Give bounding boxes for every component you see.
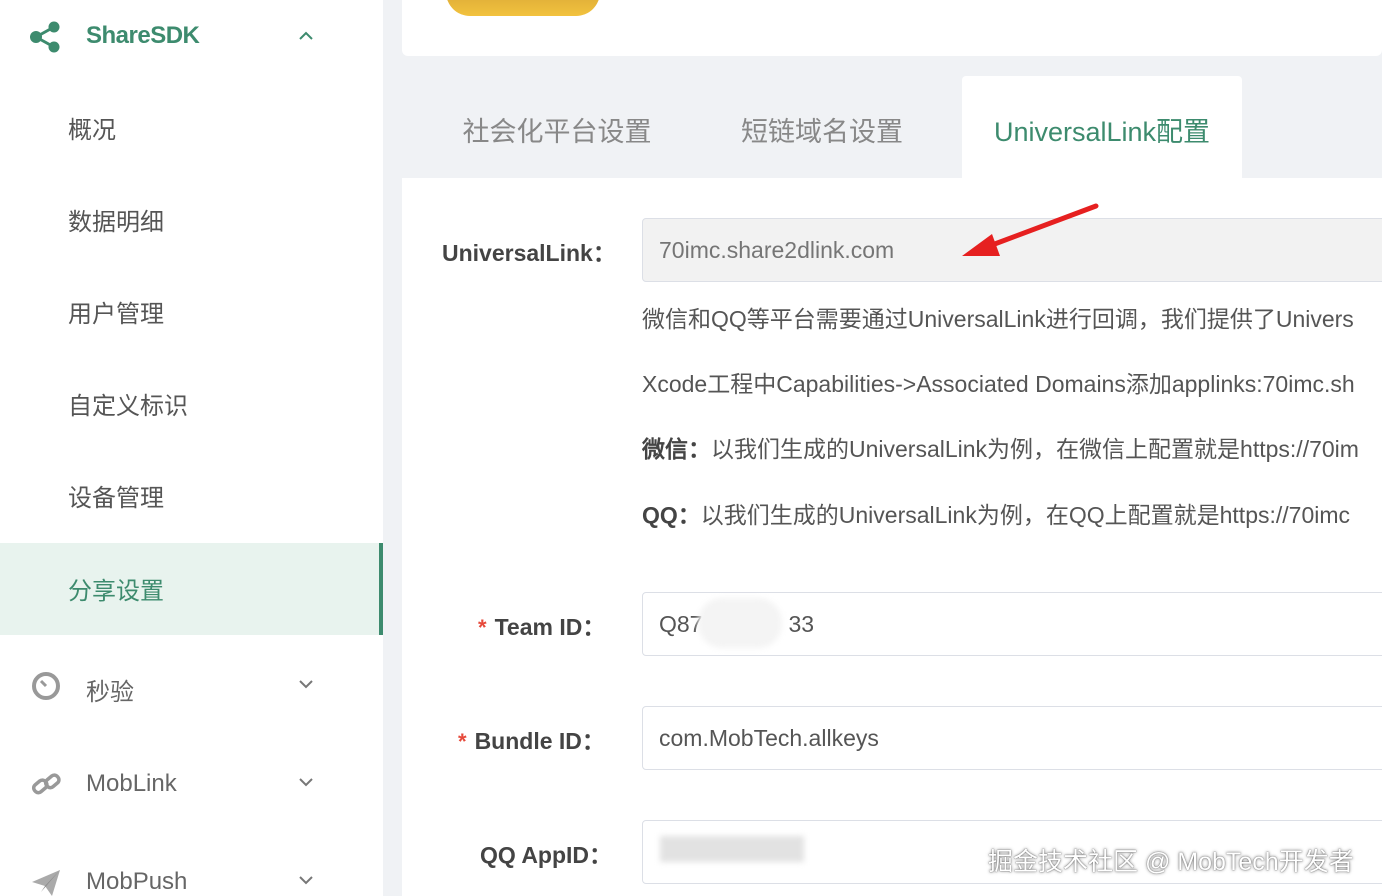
sidebar: ShareSDK 概况 数据明细 用户管理 自定义标识 设备管理 分享设置 秒验 (0, 0, 383, 896)
help-text-line: 微信和QQ等平台需要通过UniversalLink进行回调，我们提供了Unive… (642, 306, 1354, 332)
help-text-content: 以我们生成的UniversalLink为例，在QQ上配置就是https://70… (700, 502, 1351, 528)
sidebar-item-label: 数据明细 (68, 209, 164, 236)
tab-label: 短链域名设置 (741, 117, 903, 147)
tab-universallink-config[interactable]: UniversalLink配置 (962, 76, 1242, 178)
help-text-qq: QQ：以我们生成的UniversalLink为例，在QQ上配置就是https:/… (642, 496, 1382, 530)
qq-appid-label: QQ AppID： (480, 842, 613, 868)
sidebar-group-mobpush[interactable]: MobPush (0, 836, 383, 896)
help-text-label: 微信： (642, 436, 711, 462)
app-icon (446, 0, 600, 16)
team-id-label: * Team ID： (478, 608, 605, 642)
team-id-label-text: Team ID： (494, 614, 606, 640)
required-mark: * (478, 615, 487, 640)
help-text-label: QQ： (642, 502, 701, 528)
chevron-down-icon[interactable] (296, 870, 316, 890)
sidebar-item-overview[interactable]: 概况 (0, 82, 383, 174)
bundle-id-input[interactable]: com.MobTech.allkeys (642, 706, 1382, 770)
watermark: 掘金技术社区 @ MobTech开发者 (988, 848, 1354, 876)
sidebar-group-label: MobPush (86, 868, 188, 895)
sidebar-item-label: 设备管理 (68, 485, 164, 512)
clock-icon (32, 672, 60, 700)
sidebar-group-label: 秒验 (86, 679, 134, 706)
chevron-down-icon[interactable] (296, 772, 316, 792)
bundle-id-label-text: Bundle ID： (474, 728, 605, 754)
sidebar-item-label: 概况 (68, 117, 116, 144)
help-text-line: Xcode工程中Capabilities->Associated Domains… (642, 371, 1355, 397)
share-icon (30, 21, 60, 53)
sidebar-item-custom-tags[interactable]: 自定义标识 (0, 358, 383, 450)
required-mark: * (458, 729, 467, 754)
tab-label: UniversalLink配置 (993, 117, 1211, 147)
tab-short-link-domain-settings[interactable]: 短链域名设置 (720, 76, 924, 178)
app-header-card (402, 0, 1382, 56)
sidebar-group-sharesdk[interactable]: ShareSDK (0, 0, 383, 76)
sidebar-group-miaoyan[interactable]: 秒验 (0, 640, 383, 738)
settings-tabs: 社会化平台设置 短链域名设置 UniversalLink配置 (402, 76, 1382, 178)
send-icon (32, 870, 60, 896)
help-text-content: 以我们生成的UniversalLink为例，在微信上配置就是https://70… (711, 436, 1359, 462)
sidebar-group-moblink[interactable]: MobLink (0, 738, 383, 836)
team-id-value-start: Q87 (659, 611, 703, 637)
red-arrow-annotation (962, 203, 1099, 256)
redaction-blur (698, 598, 782, 648)
tab-label: 社会化平台设置 (462, 117, 652, 147)
sidebar-item-label: 自定义标识 (68, 393, 188, 420)
bundle-id-value: com.MobTech.allkeys (659, 725, 879, 751)
sidebar-item-label: 用户管理 (68, 301, 164, 328)
bundle-id-label: * Bundle ID： (458, 722, 605, 756)
sidebar-group-label: ShareSDK (86, 22, 200, 49)
team-id-value-end: 33 (788, 611, 815, 637)
sidebar-item-data-details[interactable]: 数据明细 (0, 174, 383, 266)
sidebar-group-label: MobLink (86, 770, 177, 797)
help-text-wechat: 微信：以我们生成的UniversalLink为例，在微信上配置就是https:/… (642, 430, 1382, 464)
config-panel (402, 178, 1382, 896)
sidebar-item-label: 分享设置 (68, 578, 164, 605)
link-icon (31, 773, 61, 795)
universallink-label: UniversalLink： (442, 240, 616, 266)
sidebar-item-device-management[interactable]: 设备管理 (0, 450, 383, 542)
chevron-down-icon[interactable] (296, 674, 316, 694)
tab-social-platform-settings[interactable]: 社会化平台设置 (430, 76, 684, 178)
redaction-blur (660, 836, 804, 862)
chevron-up-icon[interactable] (296, 26, 316, 46)
sidebar-item-user-management[interactable]: 用户管理 (0, 266, 383, 358)
sidebar-item-share-settings[interactable]: 分享设置 (0, 543, 383, 635)
